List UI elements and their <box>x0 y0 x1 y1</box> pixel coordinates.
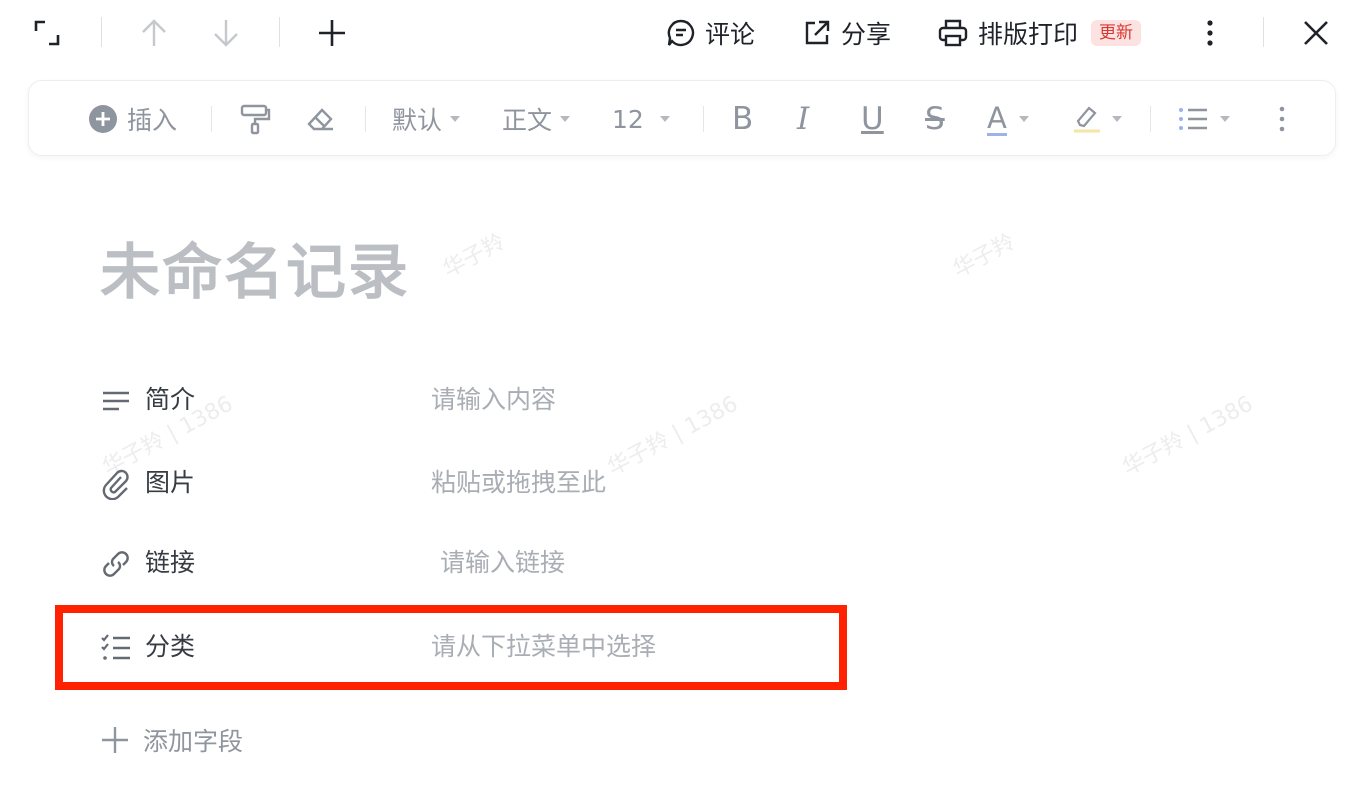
divider <box>365 106 366 132</box>
bullet-list-icon <box>1179 108 1207 130</box>
underline-button[interactable]: U <box>861 81 884 157</box>
plus-icon <box>102 727 128 753</box>
font-size-value: 12 <box>612 104 644 134</box>
bold-button[interactable]: B <box>732 81 753 157</box>
font-family-value: 默认 <box>392 106 443 135</box>
record-title[interactable]: 未命名记录 <box>100 224 410 311</box>
comment-icon <box>667 19 695 47</box>
text-lines-icon <box>103 391 129 411</box>
share-button[interactable]: 分享 <box>802 15 891 51</box>
link-input[interactable]: 请输入链接 <box>440 533 565 593</box>
strikethrough-icon: S <box>925 101 945 137</box>
caret-down-icon <box>450 116 461 122</box>
field-label: 图片 <box>145 468 196 497</box>
add-field-button[interactable]: 添加字段 <box>100 710 243 770</box>
eraser-icon <box>307 108 333 131</box>
paragraph-style-value: 正文 <box>502 106 553 135</box>
strikethrough-button[interactable]: S <box>925 81 945 157</box>
close-button[interactable] <box>1302 0 1330 66</box>
bold-icon: B <box>732 101 754 137</box>
collapse-icon <box>34 20 60 46</box>
underline-icon: U <box>861 101 884 137</box>
font-color-button[interactable]: A <box>987 81 1029 157</box>
link-icon <box>103 551 129 577</box>
watermark: 华子羚 | 1386 <box>1118 391 1258 481</box>
insert-button[interactable]: 插入 <box>88 81 177 157</box>
divider <box>279 17 280 47</box>
next-record-button[interactable] <box>212 0 240 66</box>
paragraph-style-dropdown[interactable]: 正文 <box>502 81 571 157</box>
paperclip-icon <box>102 469 129 500</box>
watermark: 华子羚 <box>439 229 510 283</box>
image-dropzone[interactable]: 粘贴或拖拽至此 <box>431 453 606 513</box>
divider <box>101 17 102 47</box>
field-label: 简介 <box>145 385 196 414</box>
plus-circle-icon <box>89 105 117 133</box>
field-row-image: 图片 粘贴或拖拽至此 <box>100 453 820 513</box>
more-vertical-icon <box>1207 20 1213 46</box>
insert-label: 插入 <box>127 106 178 135</box>
share-label: 分享 <box>841 20 892 49</box>
font-family-dropdown[interactable]: 默认 <box>392 81 461 157</box>
share-icon <box>805 20 830 45</box>
caret-down-icon <box>560 116 571 122</box>
format-toolbar: 插入 默认 正文 12 B I U S A <box>28 80 1336 156</box>
plus-icon <box>319 20 345 46</box>
field-label: 链接 <box>145 548 196 577</box>
comment-button[interactable]: 评论 <box>666 15 755 51</box>
font-size-dropdown[interactable]: 12 <box>612 81 670 157</box>
caret-down-icon <box>1018 116 1029 122</box>
divider <box>703 106 704 132</box>
italic-button[interactable]: I <box>797 81 809 157</box>
paint-roller-icon <box>240 104 271 135</box>
printer-icon <box>938 19 968 47</box>
more-options-button[interactable] <box>1199 0 1221 66</box>
clear-format-button[interactable] <box>303 81 337 157</box>
format-painter-button[interactable] <box>238 81 272 157</box>
previous-record-button[interactable] <box>140 0 168 66</box>
highlight-color-button[interactable] <box>1072 81 1122 157</box>
divider <box>1150 106 1151 132</box>
field-row-summary: 简介 请输入内容 <box>100 370 820 430</box>
top-bar: 评论 分享 排版打印 更新 <box>0 0 1350 66</box>
field-row-link: 链接 请输入链接 <box>100 533 820 593</box>
caret-down-icon <box>659 116 670 122</box>
toolbar-more-button[interactable] <box>1272 81 1292 157</box>
italic-icon: I <box>797 101 810 137</box>
arrow-up-icon <box>142 19 166 46</box>
divider <box>211 106 212 132</box>
add-field-label: 添加字段 <box>143 727 244 756</box>
highlighter-icon <box>1074 106 1100 133</box>
arrow-down-icon <box>214 20 238 47</box>
add-record-button[interactable] <box>317 0 347 66</box>
more-vertical-icon <box>1279 106 1285 132</box>
print-label: 排版打印 <box>978 20 1079 49</box>
update-badge: 更新 <box>1091 20 1142 46</box>
caret-down-icon <box>1112 116 1122 122</box>
collapse-button[interactable] <box>32 0 62 66</box>
close-icon <box>1304 21 1328 45</box>
caret-down-icon <box>1220 116 1230 122</box>
font-color-icon: A <box>987 100 1007 136</box>
watermark: 华子羚 <box>949 229 1020 283</box>
comment-label: 评论 <box>705 20 756 49</box>
divider <box>1263 17 1264 47</box>
list-style-dropdown[interactable] <box>1176 81 1230 157</box>
print-button[interactable]: 排版打印 更新 <box>937 15 1142 51</box>
summary-input[interactable]: 请输入内容 <box>431 370 556 430</box>
highlight-box <box>55 605 847 690</box>
